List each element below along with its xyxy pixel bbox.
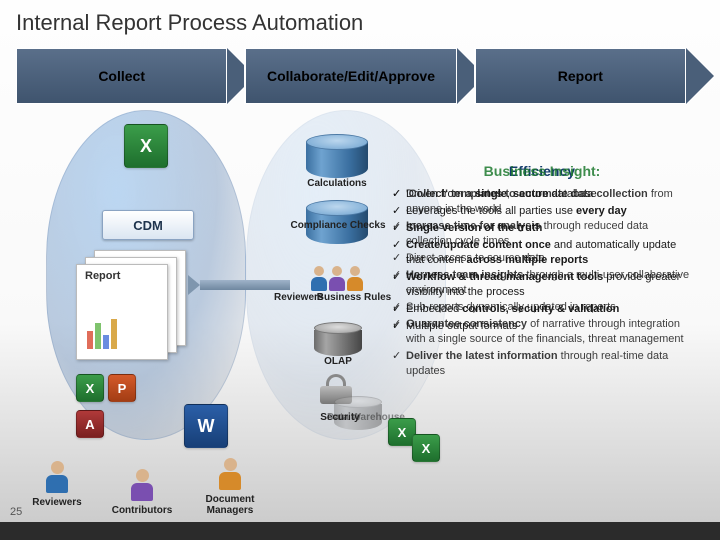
benefit-item: 'Collect' templates to automate data col… [392,187,692,217]
chevron-collect: Collect [16,48,245,104]
page-number: 25 [10,506,22,518]
role-doc-managers: Document Managers [190,458,270,516]
role-label: Document Managers [206,494,255,516]
powerpoint-icon: P [108,374,136,402]
excel-icon: X [76,374,104,402]
olap-db-icon [314,322,362,356]
panel-title-2: Business Insight: [392,164,692,181]
report-doc-stack: Report [76,250,196,360]
app-icons-left2: A [76,410,176,438]
benefit-item: Increase time for analysis through reduc… [392,219,692,249]
chevron-label: Collaborate/Edit/Approve [267,68,435,84]
page-title: Internal Report Process Automation [16,10,363,36]
diagram-stage: X CDM Report X P A W Calculations Compli… [16,120,704,510]
chart-icon [87,319,117,349]
doc-label: Report [85,270,120,282]
chevron-report: Report [475,48,704,104]
calculations-label: Calculations [292,178,382,190]
access-icon: A [76,410,104,438]
benefit-item: Guarantee consistency of narrative throu… [392,317,692,347]
compliance-label: Compliance Checks [286,220,390,232]
app-icons-left: X P [76,374,176,402]
role-label: Reviewers [32,497,81,508]
benefit-item: Sub-reports dynamically updated in repor… [392,300,692,315]
role-reviewers: Reviewers [22,461,92,508]
olap-label: OLAP [310,356,366,367]
process-chevrons: Collect Collaborate/Edit/Approve Report [16,48,704,112]
chevron-collaborate: Collaborate/Edit/Approve [245,48,474,104]
bottom-bar [0,522,720,540]
role-label: Contributors [112,505,173,516]
benefit-item: Harness team insights through a multi-us… [392,268,692,298]
people-icon [310,266,364,292]
business-rules-label: Business Rules [314,292,394,303]
word-icon: W [184,404,228,448]
arrow-icon [200,280,290,290]
excel-icon: X [412,434,440,462]
role-contributors: Contributors [102,469,182,516]
slide: Internal Report Process Automation Colle… [0,0,720,540]
cdm-box: CDM [102,210,194,240]
benefit-item: Deliver the latest information through r… [392,349,692,379]
chevron-label: Report [558,68,603,84]
calculations-db-icon [306,134,368,178]
benefits-list-2: 'Collect' templates to automate data col… [392,187,692,379]
excel-icon: X [124,124,168,168]
chevron-label: Collect [98,68,145,84]
benefit-item: Direct access to source data [392,251,692,266]
